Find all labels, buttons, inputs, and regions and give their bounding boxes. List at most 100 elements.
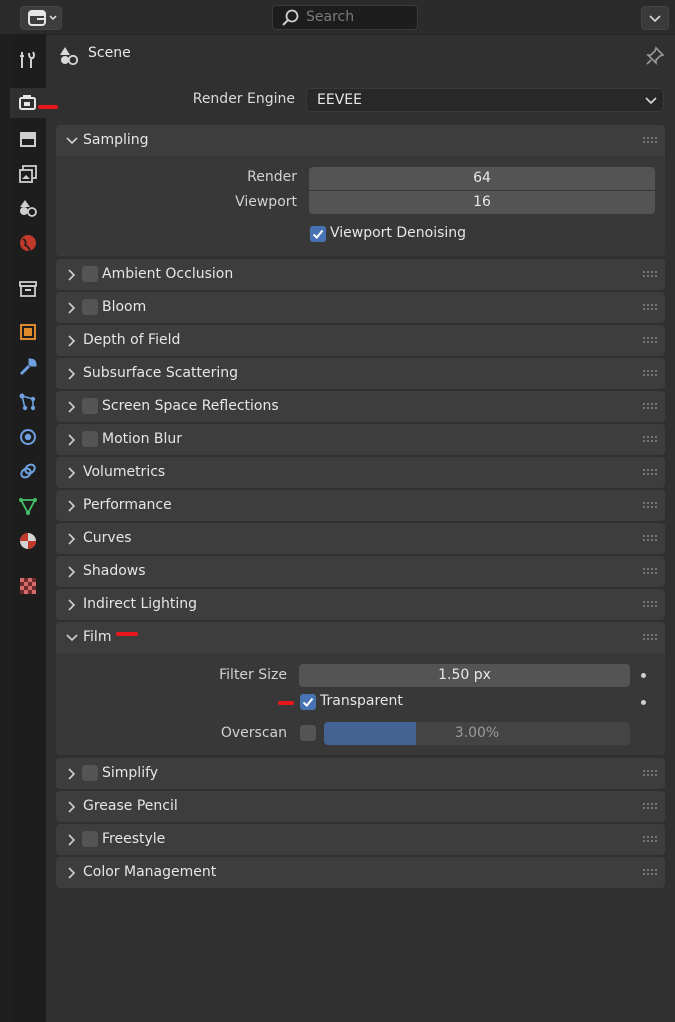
panel-volumetrics[interactable]: Volumetrics bbox=[56, 457, 665, 488]
panel-indirect-lighting[interactable]: Indirect Lighting bbox=[56, 589, 665, 620]
panel-ambient-occlusion[interactable]: Ambient Occlusion bbox=[56, 259, 665, 290]
panel-title: Film bbox=[83, 629, 112, 645]
search-icon bbox=[282, 9, 299, 26]
pin-icon[interactable] bbox=[645, 46, 665, 66]
drag-grip-icon[interactable] bbox=[643, 337, 657, 343]
tab-material[interactable] bbox=[10, 526, 46, 556]
freestyle-checkbox[interactable] bbox=[82, 831, 98, 847]
panel-header-film[interactable]: Film bbox=[56, 622, 665, 653]
panel-title: Sampling bbox=[83, 132, 149, 148]
tab-collection[interactable] bbox=[10, 274, 46, 304]
panel-performance[interactable]: Performance bbox=[56, 490, 665, 521]
tool-icon bbox=[20, 51, 35, 68]
panel-subsurface-scattering[interactable]: Subsurface Scattering bbox=[56, 358, 665, 389]
tab-constraints[interactable] bbox=[10, 456, 46, 486]
viewport-samples-field[interactable]: 16 bbox=[309, 191, 655, 214]
scene-context-icon bbox=[60, 47, 79, 66]
scene-icon bbox=[20, 200, 37, 217]
render-engine-select[interactable]: EEVEE bbox=[306, 88, 664, 112]
tab-view-layer[interactable] bbox=[10, 159, 46, 189]
tab-texture[interactable] bbox=[10, 571, 46, 601]
drag-grip-icon[interactable] bbox=[643, 469, 657, 475]
panel-screen-space-reflections[interactable]: Screen Space Reflections bbox=[56, 391, 665, 422]
tab-object[interactable] bbox=[10, 317, 46, 347]
drag-grip-icon[interactable] bbox=[643, 535, 657, 541]
panel-motion-blur[interactable]: Motion Blur bbox=[56, 424, 665, 455]
panel-bloom[interactable]: Bloom bbox=[56, 292, 665, 323]
annotation-mark-render-tab bbox=[38, 105, 58, 109]
panel-title: Ambient Occlusion bbox=[102, 266, 234, 282]
panel-title: Screen Space Reflections bbox=[102, 398, 279, 414]
panel-color-management[interactable]: Color Management bbox=[56, 857, 665, 888]
chevron-right-icon bbox=[68, 434, 76, 446]
drag-grip-icon[interactable] bbox=[643, 271, 657, 277]
editor-type-button[interactable] bbox=[20, 6, 62, 30]
drag-grip-icon[interactable] bbox=[643, 370, 657, 376]
physics-icon bbox=[20, 429, 36, 445]
material-icon bbox=[20, 533, 36, 549]
drag-grip-icon[interactable] bbox=[643, 137, 657, 143]
chevron-right-icon bbox=[68, 834, 76, 846]
checkmark-icon bbox=[302, 697, 314, 707]
viewport-denoising-checkbox[interactable] bbox=[310, 226, 326, 242]
overscan-checkbox[interactable] bbox=[300, 725, 316, 741]
panel-grease-pencil[interactable]: Grease Pencil bbox=[56, 791, 665, 822]
tab-tool[interactable] bbox=[10, 45, 46, 75]
overscan-value: 3.00% bbox=[454, 725, 500, 741]
search-input[interactable]: Search bbox=[272, 5, 418, 30]
panel-shadows[interactable]: Shadows bbox=[56, 556, 665, 587]
panel-header-sampling[interactable]: Sampling bbox=[56, 125, 665, 156]
panel-title: Motion Blur bbox=[102, 431, 183, 447]
panel-freestyle[interactable]: Freestyle bbox=[56, 824, 665, 855]
bloom-checkbox[interactable] bbox=[82, 299, 98, 315]
drag-grip-icon[interactable] bbox=[643, 634, 657, 640]
drag-grip-icon[interactable] bbox=[643, 601, 657, 607]
chevron-down-icon bbox=[645, 97, 657, 105]
ambient-occlusion-checkbox[interactable] bbox=[82, 266, 98, 282]
drag-grip-icon[interactable] bbox=[643, 304, 657, 310]
collection-icon bbox=[19, 281, 37, 297]
panel-curves[interactable]: Curves bbox=[56, 523, 665, 554]
tab-particles[interactable] bbox=[10, 387, 46, 417]
panel-simplify[interactable]: Simplify bbox=[56, 758, 665, 789]
keyframe-dot[interactable] bbox=[641, 700, 646, 705]
drag-grip-icon[interactable] bbox=[643, 436, 657, 442]
tab-modifier[interactable] bbox=[10, 352, 46, 382]
transparent-checkbox[interactable] bbox=[300, 694, 316, 710]
tab-data[interactable] bbox=[10, 491, 46, 521]
chevron-right-icon bbox=[68, 801, 76, 813]
tab-world[interactable] bbox=[10, 228, 46, 258]
chevron-right-icon bbox=[68, 500, 76, 512]
object-icon bbox=[20, 324, 36, 340]
chevron-right-icon bbox=[68, 368, 76, 380]
motion-blur-checkbox[interactable] bbox=[82, 431, 98, 447]
drag-grip-icon[interactable] bbox=[643, 803, 657, 809]
drag-grip-icon[interactable] bbox=[643, 770, 657, 776]
keyframe-dot[interactable] bbox=[641, 673, 646, 678]
world-icon bbox=[20, 235, 36, 252]
panel-title: Indirect Lighting bbox=[83, 596, 198, 612]
tab-scene[interactable] bbox=[10, 193, 46, 223]
tab-physics[interactable] bbox=[10, 422, 46, 452]
tab-render[interactable] bbox=[10, 88, 46, 118]
ssr-checkbox[interactable] bbox=[82, 398, 98, 414]
drag-grip-icon[interactable] bbox=[643, 836, 657, 842]
chevron-right-icon bbox=[68, 566, 76, 578]
drag-grip-icon[interactable] bbox=[643, 869, 657, 875]
viewport-samples-label: Viewport bbox=[235, 194, 297, 210]
panel-title: Subsurface Scattering bbox=[83, 365, 238, 381]
drag-grip-icon[interactable] bbox=[643, 502, 657, 508]
drag-grip-icon[interactable] bbox=[643, 568, 657, 574]
panel-title: Volumetrics bbox=[83, 464, 166, 480]
chevron-right-icon bbox=[68, 401, 76, 413]
output-icon bbox=[20, 132, 36, 147]
render-samples-field[interactable]: 64 bbox=[309, 167, 655, 190]
view-layer-icon bbox=[19, 165, 37, 183]
simplify-checkbox[interactable] bbox=[82, 765, 98, 781]
overscan-slider[interactable]: 3.00% bbox=[324, 722, 630, 745]
header-menu-button[interactable] bbox=[641, 6, 669, 30]
tab-output[interactable] bbox=[10, 124, 46, 154]
panel-depth-of-field[interactable]: Depth of Field bbox=[56, 325, 665, 356]
drag-grip-icon[interactable] bbox=[643, 403, 657, 409]
filter-size-field[interactable]: 1.50 px bbox=[299, 664, 630, 687]
